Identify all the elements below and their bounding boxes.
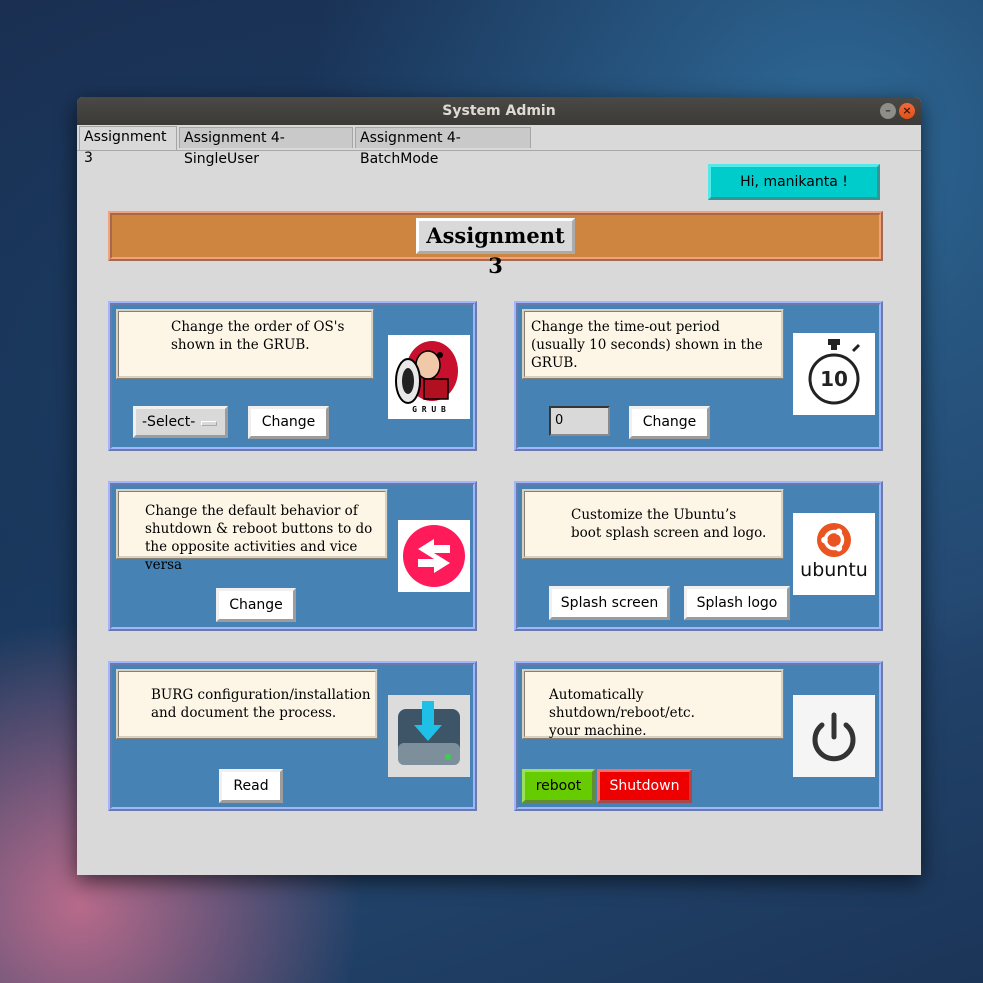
card-auto-power: Automatically shutdown/reboot/etc. your … [514,661,883,811]
grub-icon-text: G R U B [412,405,446,414]
stopwatch-icon-text: 10 [820,367,848,391]
grub-logo-icon: G R U B [388,335,470,419]
tab-bar: Assignment 3 Assignment 4-SingleUser Ass… [77,125,921,167]
tab-assignment-4-batchmode[interactable]: Assignment 4-BatchMode [355,127,531,167]
page-title: Assignment 3 [416,218,575,278]
splash-screen-button[interactable]: Splash screen [549,586,670,620]
power-swap-change-button[interactable]: Change [216,588,296,622]
grub-order-change-button[interactable]: Change [248,406,329,439]
tab-assignment-3[interactable]: Assignment 3 [79,126,177,166]
minimize-icon[interactable]: – [880,103,896,119]
splash-description: Customize the Ubuntu’s boot splash scree… [522,489,784,559]
timeout-input[interactable]: 0 [549,406,610,436]
ubuntu-logo-icon: ubuntu [793,513,875,595]
burg-description: BURG configuration/installation and docu… [116,669,378,739]
shutdown-button[interactable]: Shutdown [597,769,692,803]
grub-order-description: Change the order of OS's shown in the GR… [116,309,374,379]
grub-timeout-change-button[interactable]: Change [629,406,710,439]
card-splash: Customize the Ubuntu’s boot splash scree… [514,481,883,631]
download-drive-icon [388,695,470,777]
greeting-button[interactable]: Hi, manikanta ! [708,164,880,200]
tab-assignment-4-singleuser[interactable]: Assignment 4-SingleUser [179,127,353,167]
stopwatch-icon: 10 [793,333,875,415]
card-burg: BURG configuration/installation and docu… [108,661,477,811]
power-swap-description: Change the default behavior of shutdown … [116,489,388,573]
card-grub-timeout: Change the time-out period (usually 10 s… [514,301,883,451]
select-indicator-icon [201,421,217,426]
os-order-select-value: -Select- [142,414,196,430]
grub-timeout-description: Change the time-out period (usually 10 s… [522,309,784,379]
card-grub-order: Change the order of OS's shown in the GR… [108,301,477,451]
power-icon [793,695,875,777]
splash-logo-button[interactable]: Splash logo [684,586,790,620]
title-bar[interactable]: System Admin – × [77,97,921,125]
close-icon[interactable]: × [899,103,915,119]
swap-arrows-icon [398,520,470,592]
app-window: System Admin – × Assignment 3 Assignment… [77,97,921,875]
reboot-button[interactable]: reboot [522,769,595,803]
os-order-select[interactable]: -Select- [133,406,228,438]
card-power-swap: Change the default behavior of shutdown … [108,481,477,631]
window-title: System Admin [442,103,556,119]
ubuntu-logo-text: ubuntu [800,559,868,581]
auto-power-description: Automatically shutdown/reboot/etc. your … [522,669,784,739]
burg-read-button[interactable]: Read [219,769,283,803]
